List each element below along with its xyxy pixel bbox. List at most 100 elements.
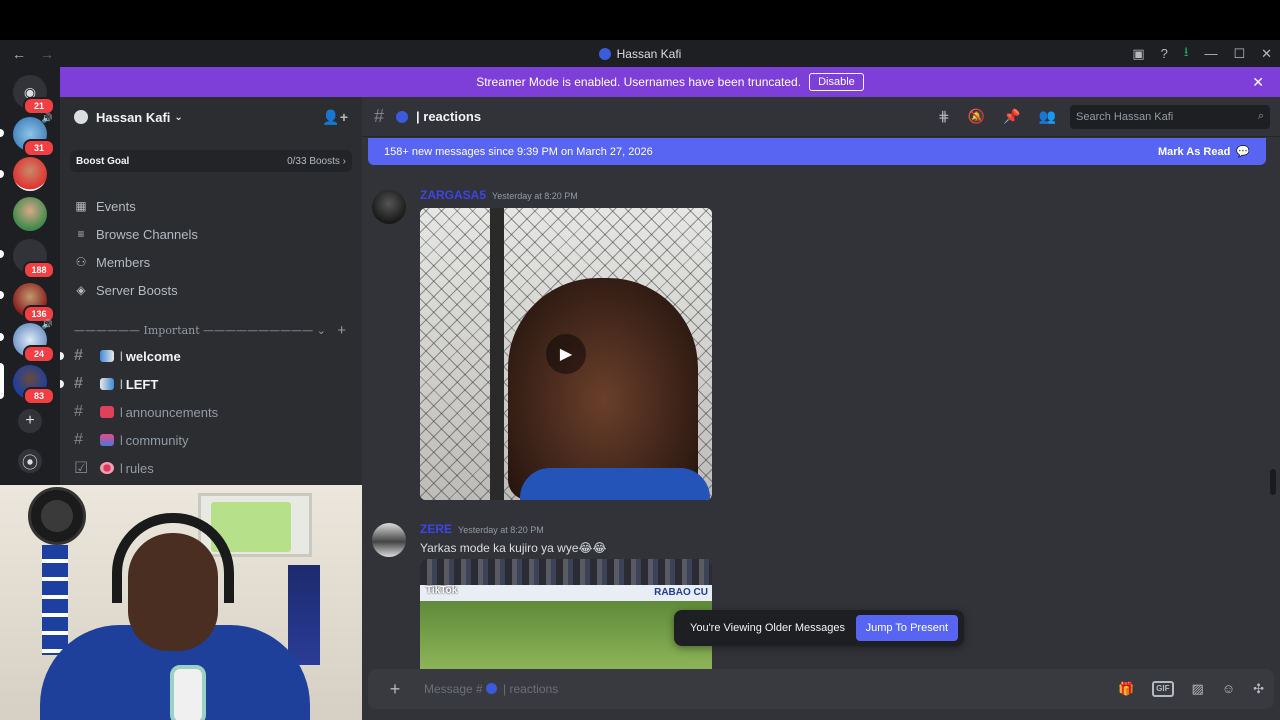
server-icon-hassan-kafi[interactable]: 83 [13, 365, 55, 405]
timestamp: Yesterday at 8:20 PM [458, 525, 544, 535]
channel-rules[interactable]: ☑ | rules [60, 454, 362, 482]
direct-messages-button[interactable]: ◉ 21 [13, 75, 55, 115]
message-input-placeholder[interactable]: Message # | reactions [424, 682, 558, 696]
nav-label: Events [96, 198, 136, 214]
download-icon[interactable]: ⭳ [1184, 43, 1189, 65]
server-icon-3[interactable] [13, 197, 47, 231]
hash-icon: # [74, 431, 83, 448]
webcam-overlay [0, 485, 364, 720]
nav-browse-channels[interactable]: ≡ Browse Channels [60, 220, 362, 248]
video-attachment[interactable]: ▶ [420, 208, 712, 500]
forward-arrow-icon[interactable]: → [40, 46, 54, 62]
message-composer[interactable]: + Message # | reactions 🎁 GIF ▨ ☺ ✣ [368, 669, 1274, 709]
unread-pip [0, 250, 4, 258]
avatar[interactable] [372, 523, 406, 557]
help-icon[interactable]: ? [1161, 46, 1168, 61]
channel-welcome[interactable]: # | welcome [60, 342, 362, 370]
apps-icon[interactable]: ✣ [1253, 681, 1264, 697]
invite-people-icon[interactable]: 👤+ [322, 109, 348, 126]
scrollbar-thumb[interactable] [1270, 469, 1276, 495]
server-icon [598, 47, 611, 60]
new-messages-bar[interactable]: 158+ new messages since 9:39 PM on March… [368, 138, 1266, 165]
server-icon-6[interactable]: 🔊 24 [13, 319, 55, 363]
video-attachment[interactable]: RABAO CU TikTok [420, 559, 712, 669]
members-icon: ⚇ [75, 255, 87, 269]
member-list-icon[interactable]: 👥 [1039, 108, 1056, 125]
speaker-icon: 🔊 [41, 319, 53, 329]
siren-icon [100, 406, 114, 418]
search-input[interactable]: Search Hassan Kafi ⌕ [1070, 104, 1270, 129]
gif-icon[interactable]: GIF [1152, 681, 1174, 697]
streamer-mode-banner: Streamer Mode is enabled. Usernames have… [60, 67, 1280, 97]
unread-pip [60, 352, 64, 360]
history-nav: ← → [12, 46, 54, 62]
close-window-button[interactable]: ✕ [1261, 46, 1272, 62]
server-header[interactable]: Hassan Kafi ⌄ 👤+ [60, 97, 362, 137]
server-icon-1[interactable]: 🔊 31 [13, 113, 55, 157]
search-icon: ⌕ [1257, 110, 1264, 122]
hash-icon: # [74, 347, 83, 364]
scarf [42, 545, 68, 655]
minimize-button[interactable]: — [1204, 46, 1217, 61]
close-icon[interactable]: ✕ [1252, 74, 1264, 91]
add-attachment-icon[interactable]: + [384, 678, 406, 700]
channel-sidebar: Hassan Kafi ⌄ 👤+ Boost Goal 0/33 Boosts … [60, 97, 362, 487]
add-channel-icon[interactable]: + [337, 322, 346, 339]
username[interactable]: ZARGASA5 [420, 188, 486, 202]
boost-goal[interactable]: Boost Goal 0/33 Boosts › [70, 150, 352, 172]
chat-area: # | reactions ⋕ 🔕 📌 👥 Search Hassan Kafi… [362, 97, 1280, 720]
server-badge: 24 [23, 345, 55, 363]
nav-members[interactable]: ⚇ Members [60, 248, 362, 276]
channel-label: community [125, 432, 189, 448]
gift-icon[interactable]: 🎁 [1118, 681, 1134, 697]
channel-prefix: | [120, 434, 123, 446]
scarf [288, 565, 320, 665]
nav-server-boosts[interactable]: ◈ Server Boosts [60, 276, 362, 304]
selected-pip [0, 363, 4, 399]
channel-community[interactable]: # | community [60, 426, 362, 454]
channel-prefix: | [120, 378, 123, 390]
hash-icon: # [74, 375, 83, 392]
emoji-icon[interactable]: ☺ [1222, 681, 1235, 697]
sticker-icon[interactable]: ▨ [1192, 681, 1204, 697]
server-icon-5[interactable]: 136 [13, 283, 55, 323]
mark-as-read-button[interactable]: Mark As Read [1158, 146, 1230, 158]
username[interactable]: ZERE [420, 522, 452, 536]
channel-name: | reactions [416, 109, 482, 124]
timestamp: Yesterday at 8:20 PM [492, 191, 578, 201]
fence-pole [490, 208, 504, 500]
back-arrow-icon[interactable]: ← [12, 46, 26, 62]
unread-pip [0, 291, 4, 299]
maximize-button[interactable]: ☐ [1233, 46, 1245, 62]
add-server-button[interactable]: + [18, 409, 42, 433]
nav-label: Members [96, 254, 151, 270]
window-controls: ▣ ? ⭳ — ☐ ✕ [1132, 40, 1272, 67]
window-title: Hassan Kafi [0, 47, 1280, 61]
older-messages-bar: You're Viewing Older Messages Jump To Pr… [674, 610, 964, 646]
inbox-icon[interactable]: ▣ [1132, 46, 1144, 62]
jump-to-present-button[interactable]: Jump To Present [855, 615, 958, 641]
plane-departure-icon [100, 378, 114, 390]
nav-label: Browse Channels [96, 226, 198, 242]
channel-announcements[interactable]: # | announcements [60, 398, 362, 426]
nav-events[interactable]: ▦ Events [60, 192, 362, 220]
channel-left[interactable]: # | LEFT [60, 370, 362, 398]
channel-label: rules [125, 460, 154, 476]
category-important[interactable]: —————— Important —————————— ⌄ + [60, 318, 362, 342]
play-icon[interactable]: ▶ [546, 334, 586, 374]
message-text: Yarkas mode ka kujiro ya wye😂😂 [420, 541, 607, 555]
microphone [170, 665, 206, 720]
server-avatar [74, 110, 88, 124]
search-placeholder: Search Hassan Kafi [1076, 110, 1174, 123]
disable-streamer-mode-button[interactable]: Disable [809, 73, 864, 91]
threads-icon[interactable]: ⋕ [938, 108, 950, 125]
discover-icon[interactable]: ⦿ [18, 449, 42, 473]
channel-label: LEFT [125, 376, 159, 392]
pin-icon[interactable]: 📌 [1003, 108, 1020, 125]
server-folder[interactable]: 188 [13, 239, 55, 279]
notifications-muted-icon[interactable]: 🔕 [968, 108, 985, 125]
new-messages-text: 158+ new messages since 9:39 PM on March… [384, 145, 653, 158]
avatar[interactable] [372, 190, 406, 224]
category-label: —————— Important —————————— ⌄ [74, 323, 326, 337]
server-icon-2[interactable] [13, 157, 47, 191]
